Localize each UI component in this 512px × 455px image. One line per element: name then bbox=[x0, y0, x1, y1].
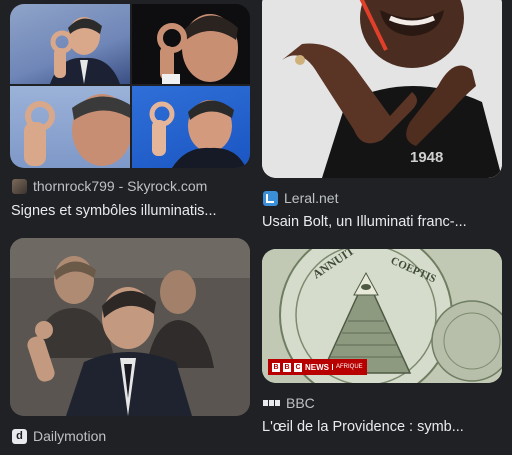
collage-photo-2 bbox=[132, 4, 250, 84]
result-source[interactable]: d Dailymotion bbox=[12, 428, 106, 444]
badge-region-label: AFRIQUE bbox=[332, 364, 363, 370]
result-source[interactable]: Leral.net bbox=[263, 190, 338, 206]
leral-favicon-icon bbox=[263, 190, 278, 206]
source-label: BBC bbox=[286, 395, 315, 411]
bbc-block-b-icon: B bbox=[272, 362, 280, 372]
bbc-favicon-icon bbox=[263, 395, 280, 411]
source-label: thornrock799 - Skyrock.com bbox=[33, 178, 208, 194]
shirt-print: 1948 bbox=[410, 149, 443, 166]
skyrock-favicon-icon bbox=[12, 178, 27, 194]
collage-photo-1 bbox=[10, 4, 130, 84]
source-label: Leral.net bbox=[284, 190, 339, 206]
result-source[interactable]: thornrock799 - Skyrock.com bbox=[12, 178, 207, 194]
result-title[interactable]: L'œil de la Providence : symb... bbox=[262, 419, 504, 435]
result-title[interactable]: Usain Bolt, un Illuminati franc-... bbox=[262, 214, 504, 230]
bbc-block-c-icon: C bbox=[294, 362, 302, 372]
badge-news-label: NEWS bbox=[305, 362, 329, 372]
result-source[interactable]: BBC bbox=[263, 395, 315, 411]
collage-photo-4 bbox=[132, 86, 250, 168]
image-results-grid: thornrock799 - Skyrock.com Signes et sym… bbox=[0, 0, 512, 455]
result-thumbnail[interactable]: ANNUIT COEPTIS B B C NEWS AFRIQUE bbox=[262, 249, 502, 383]
result-thumbnail[interactable] bbox=[10, 238, 250, 416]
dailymotion-favicon-icon: d bbox=[12, 428, 27, 444]
result-title[interactable]: Signes et symbôles illuminatis... bbox=[11, 203, 253, 219]
bbc-block-b2-icon: B bbox=[283, 362, 291, 372]
result-thumbnail[interactable] bbox=[10, 4, 250, 168]
collage-photo-3 bbox=[10, 86, 130, 168]
result-thumbnail[interactable]: 1948 bbox=[262, 0, 502, 178]
bbc-news-badge: B B C NEWS AFRIQUE bbox=[268, 359, 367, 375]
source-label: Dailymotion bbox=[33, 428, 107, 444]
